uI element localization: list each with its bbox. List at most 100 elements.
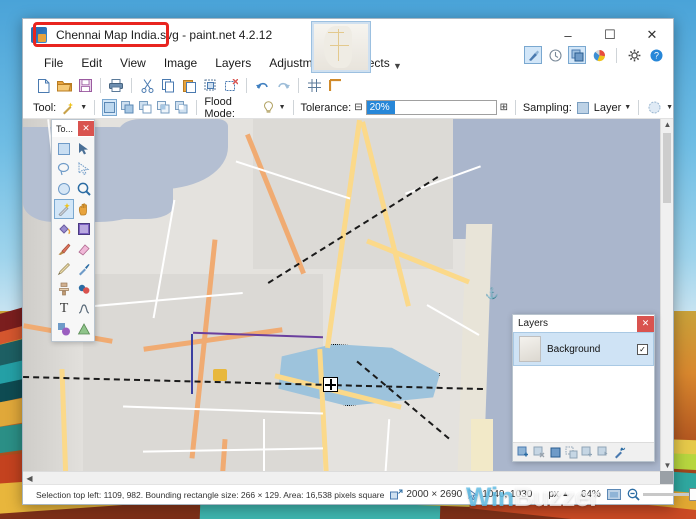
map-waterbody xyxy=(83,179,173,219)
paintbrush-tool[interactable] xyxy=(54,239,74,259)
cut-icon[interactable] xyxy=(137,76,157,96)
shapes-extra-tool[interactable] xyxy=(74,319,94,339)
zoom-slider[interactable] xyxy=(643,493,696,496)
merge-layer-down-icon[interactable] xyxy=(564,445,579,460)
import-from-file-icon[interactable] xyxy=(580,445,595,460)
antialiasing-dropdown-arrow[interactable]: ▼ xyxy=(666,104,673,111)
menu-file[interactable]: File xyxy=(35,54,72,72)
recolor-tool[interactable] xyxy=(74,279,94,299)
layers-panel-close-button[interactable]: ✕ xyxy=(637,316,654,332)
text-tool[interactable]: T xyxy=(54,299,74,319)
gradient-tool[interactable] xyxy=(74,219,94,239)
copy-icon[interactable] xyxy=(158,76,178,96)
line-curve-tool[interactable] xyxy=(74,299,94,319)
magic-wand-tool[interactable] xyxy=(54,199,74,219)
delete-layer-icon[interactable] xyxy=(532,445,547,460)
add-layer-icon[interactable] xyxy=(516,445,531,460)
canvas-vertical-scrollbar[interactable]: ▲ ▼ xyxy=(660,119,673,471)
tool-dropdown-arrow[interactable]: ▼ xyxy=(80,104,87,111)
pencil-tool[interactable] xyxy=(54,259,74,279)
lasso-select-tool[interactable] xyxy=(54,159,74,179)
toolbar-separator xyxy=(246,78,247,93)
magic-wand-icon[interactable] xyxy=(61,101,75,115)
map-metro-line xyxy=(191,334,193,394)
layer-visibility-checkbox[interactable]: ✓ xyxy=(637,344,648,355)
main-toolbar xyxy=(23,74,673,97)
map-beach xyxy=(471,419,493,471)
open-icon[interactable] xyxy=(54,76,74,96)
tolerance-decrease-button[interactable]: ⊟ xyxy=(354,102,362,113)
ellipse-select-tool[interactable] xyxy=(54,179,74,199)
move-selected-tool[interactable] xyxy=(74,139,94,159)
grid-icon[interactable] xyxy=(304,76,324,96)
help-icon[interactable]: ? xyxy=(647,46,665,64)
menu-edit[interactable]: Edit xyxy=(72,54,111,72)
fit-to-window-icon[interactable] xyxy=(607,488,621,501)
units-dropdown-arrow[interactable]: ▲ xyxy=(562,491,569,498)
exclude-selection-icon[interactable] xyxy=(138,99,153,116)
move-selection-tool[interactable] xyxy=(74,159,94,179)
canvas-horizontal-scrollbar[interactable]: ◀ xyxy=(23,471,660,484)
scroll-thumb-vertical[interactable] xyxy=(663,133,671,203)
cursor-position-icon xyxy=(468,489,479,501)
image-thumbnail-tab[interactable] xyxy=(311,21,371,73)
layers-window-icon[interactable] xyxy=(568,46,586,64)
color-picker-tool[interactable] xyxy=(74,259,94,279)
image-size-icon xyxy=(390,489,403,501)
scroll-up-arrow[interactable]: ▲ xyxy=(661,120,673,129)
flood-mode-label: Flood Mode: xyxy=(204,96,257,120)
units-value: px xyxy=(548,489,559,500)
history-window-icon[interactable] xyxy=(546,46,564,64)
replace-selection-icon[interactable] xyxy=(102,99,117,116)
options-separator xyxy=(293,100,294,115)
options-separator xyxy=(638,100,639,115)
flood-mode-dropdown-arrow[interactable]: ▼ xyxy=(279,104,286,111)
tolerance-increase-button[interactable]: ⊞ xyxy=(500,102,508,113)
undo-icon[interactable] xyxy=(252,76,272,96)
intersect-selection-icon[interactable] xyxy=(156,99,171,116)
tools-window-icon[interactable] xyxy=(524,46,542,64)
paint-bucket-tool[interactable] xyxy=(54,219,74,239)
eraser-tool[interactable] xyxy=(74,239,94,259)
zoom-tool[interactable] xyxy=(74,179,94,199)
clone-stamp-tool[interactable] xyxy=(54,279,74,299)
canvas-workspace: ⚓ ▲ ▼ ◀ To... ✕ xyxy=(23,119,673,484)
print-icon[interactable] xyxy=(106,76,126,96)
rulers-icon[interactable] xyxy=(325,76,345,96)
pan-tool[interactable] xyxy=(74,199,94,219)
menu-image[interactable]: Image xyxy=(155,54,206,72)
zoom-out-icon[interactable] xyxy=(627,488,640,501)
zoom-slider-handle[interactable] xyxy=(689,488,696,501)
toolbar-separator xyxy=(298,78,299,93)
map-poi-marker xyxy=(213,369,227,381)
redo-icon[interactable] xyxy=(273,76,293,96)
chevron-down-icon[interactable]: ▼ xyxy=(393,61,402,71)
duplicate-layer-icon[interactable] xyxy=(548,445,563,460)
menu-view[interactable]: View xyxy=(111,54,155,72)
scroll-left-arrow[interactable]: ◀ xyxy=(23,474,36,483)
new-icon[interactable] xyxy=(33,76,53,96)
tolerance-slider[interactable]: 20% xyxy=(366,100,497,115)
xor-selection-icon[interactable] xyxy=(174,99,189,116)
tools-palette-close-button[interactable]: ✕ xyxy=(78,121,94,136)
settings-gear-icon[interactable] xyxy=(625,46,643,64)
antialiasing-icon[interactable] xyxy=(648,101,661,114)
shapes-tool[interactable] xyxy=(54,319,74,339)
tool-label: Tool: xyxy=(33,102,56,114)
flood-local-icon[interactable] xyxy=(263,101,274,115)
paste-icon[interactable] xyxy=(179,76,199,96)
rectangle-select-tool[interactable] xyxy=(54,139,74,159)
layer-row-background[interactable]: Background ✓ xyxy=(513,332,654,366)
menu-layers[interactable]: Layers xyxy=(206,54,260,72)
save-icon[interactable] xyxy=(75,76,95,96)
colors-window-icon[interactable] xyxy=(590,46,608,64)
move-layer-icon[interactable] xyxy=(596,445,611,460)
crop-to-selection-icon[interactable] xyxy=(200,76,220,96)
union-selection-icon[interactable] xyxy=(120,99,135,116)
layer-properties-icon[interactable] xyxy=(612,445,627,460)
status-bar: Selection top left: 1109, 982. Bounding … xyxy=(23,484,673,504)
deselect-icon[interactable] xyxy=(221,76,241,96)
scroll-down-arrow[interactable]: ▼ xyxy=(661,461,673,470)
units-group[interactable]: px ▲ xyxy=(548,489,569,500)
sampling-dropdown-arrow[interactable]: ▼ xyxy=(624,104,631,111)
